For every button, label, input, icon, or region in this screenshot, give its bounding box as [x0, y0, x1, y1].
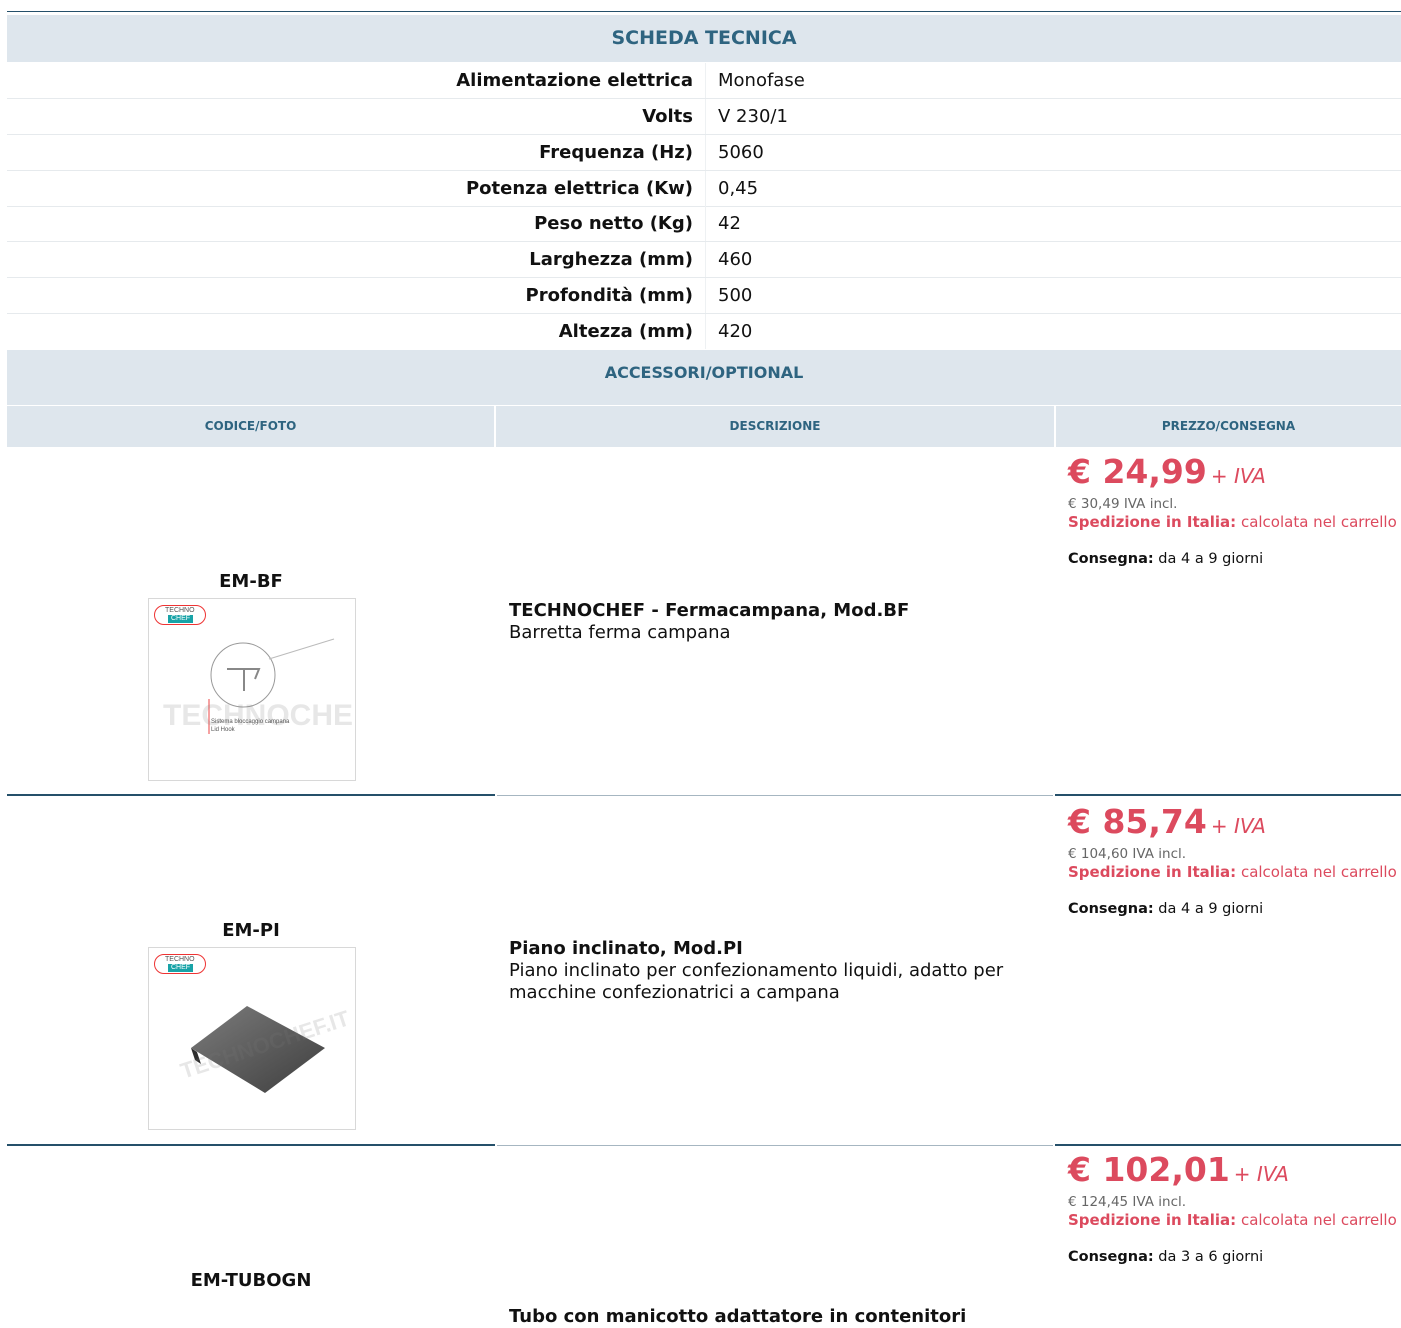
- spec-divider: [705, 278, 706, 313]
- shipping-label: Spedizione in Italia:: [1068, 863, 1237, 881]
- product-title[interactable]: TECHNOCHEF - Fermacampana, Mod.BF: [509, 600, 1049, 622]
- row-divider: [497, 795, 1053, 796]
- spec-table-title: SCHEDA TECNICA: [7, 15, 1401, 62]
- spec-label: Peso netto (Kg): [534, 213, 693, 234]
- product-description: Tubo con manicotto adattatore in conteni…: [509, 1306, 1049, 1328]
- row-divider: [7, 794, 495, 796]
- row-divider: [1055, 1144, 1401, 1146]
- spec-value: 460: [718, 249, 753, 270]
- image-caption: Lid Hook: [211, 727, 235, 733]
- lid-hook-drawing-icon: [208, 638, 335, 734]
- row-divider: [1055, 794, 1401, 796]
- iva-label: + IVA: [1210, 464, 1266, 488]
- spec-row: Altezza (mm) 420: [7, 314, 1401, 349]
- shipping-label: Spedizione in Italia:: [1068, 1211, 1237, 1229]
- spec-value: 42: [718, 213, 741, 234]
- delivery-label: Consegna:: [1068, 551, 1154, 567]
- product-title[interactable]: Tubo con manicotto adattatore in conteni…: [509, 1306, 1049, 1328]
- top-rule: [7, 11, 1401, 12]
- price: € 24,99 + IVA: [1068, 452, 1398, 496]
- shipping-text: calcolata nel carrello: [1240, 513, 1397, 531]
- spec-row: Volts V 230/1: [7, 99, 1401, 135]
- shipping-text: calcolata nel carrello: [1240, 1211, 1397, 1229]
- column-header-description: DESCRIZIONE: [496, 406, 1054, 447]
- spec-row: Alimentazione elettrica Monofase: [7, 63, 1401, 99]
- spec-value: 420: [718, 321, 753, 342]
- price-incl-vat: € 124,45 IVA incl.: [1068, 1194, 1187, 1210]
- spec-label: Volts: [642, 106, 693, 127]
- shipping-info: Spedizione in Italia: calcolata nel carr…: [1068, 1210, 1398, 1230]
- row-divider: [7, 1144, 495, 1146]
- shipping-info: Spedizione in Italia: calcolata nel carr…: [1068, 512, 1398, 532]
- product-code: EM-PI: [222, 920, 280, 941]
- spec-value: 0,45: [718, 178, 759, 199]
- watermark: TECHNOCHEF.IT: [163, 699, 355, 732]
- accessories-title: ACCESSORI/OPTIONAL: [7, 350, 1401, 405]
- delivery-label: Consegna:: [1068, 901, 1154, 917]
- spec-row: Profondità (mm) 500: [7, 278, 1401, 314]
- delivery-text: da 3 a 6 giorni: [1158, 1249, 1264, 1265]
- spec-divider: [705, 242, 706, 277]
- product-code: EM-BF: [219, 571, 283, 592]
- iva-label: + IVA: [1233, 1162, 1289, 1186]
- spec-label: Profondità (mm): [525, 285, 693, 306]
- spec-value: 5060: [718, 142, 764, 163]
- price-value: € 102,01: [1068, 1150, 1230, 1189]
- price-block: € 24,99 + IVA € 30,49 IVA incl. Spedizion…: [1068, 452, 1398, 567]
- spec-label: Larghezza (mm): [529, 249, 693, 270]
- delivery-text: da 4 a 9 giorni: [1158, 901, 1264, 917]
- spec-divider: [705, 135, 706, 170]
- spec-label: Alimentazione elettrica: [456, 70, 693, 91]
- spec-label: Potenza elettrica (Kw): [465, 178, 693, 199]
- delivery-label: Consegna:: [1068, 1249, 1154, 1265]
- spec-divider: [705, 63, 706, 98]
- delivery-text: da 4 a 9 giorni: [1158, 551, 1264, 567]
- price: € 102,01 + IVA: [1068, 1150, 1398, 1194]
- product-description: TECHNOCHEF - Fermacampana, Mod.BF Barret…: [509, 600, 1049, 644]
- row-divider: [497, 1145, 1053, 1146]
- spec-label: Altezza (mm): [558, 321, 693, 342]
- spec-row: Peso netto (Kg) 42: [7, 206, 1401, 242]
- spec-label: Frequenza (Hz): [539, 142, 693, 163]
- shipping-info: Spedizione in Italia: calcolata nel carr…: [1068, 862, 1398, 882]
- shipping-label: Spedizione in Italia:: [1068, 513, 1237, 531]
- spec-row: Frequenza (Hz) 5060: [7, 135, 1401, 171]
- spec-row: Potenza elettrica (Kw) 0,45: [7, 171, 1401, 207]
- price-incl-vat: € 104,60 IVA incl.: [1068, 846, 1187, 862]
- spec-divider: [705, 206, 706, 241]
- spec-divider: [705, 99, 706, 134]
- product-code: EM-TUBOGN: [190, 1270, 312, 1291]
- column-header-code: CODICE/FOTO: [7, 406, 494, 447]
- spec-divider: [705, 314, 706, 349]
- product-text: Piano inclinato per confezionamento liqu…: [509, 960, 1004, 1003]
- product-text: Barretta ferma campana: [509, 622, 731, 643]
- delivery-info: Consegna: da 4 a 9 giorni: [1068, 901, 1398, 917]
- spec-value: Monofase: [718, 70, 805, 91]
- delivery-info: Consegna: da 3 a 6 giorni: [1068, 1249, 1398, 1265]
- spec-row: Larghezza (mm) 460: [7, 242, 1401, 278]
- delivery-info: Consegna: da 4 a 9 giorni: [1068, 551, 1398, 567]
- image-caption: Sistema bloccaggio campana: [211, 719, 290, 725]
- iva-label: + IVA: [1210, 814, 1266, 838]
- price: € 85,74 + IVA: [1068, 802, 1398, 846]
- spec-value: 500: [718, 285, 753, 306]
- spec-value: V 230/1: [718, 106, 788, 127]
- price-incl-vat: € 30,49 IVA incl.: [1068, 496, 1178, 512]
- spec-divider: [705, 171, 706, 206]
- product-image[interactable]: TECHNO CHEF TECHNOCHEF.IT: [148, 947, 356, 1130]
- price-value: € 85,74: [1068, 802, 1207, 841]
- product-description: Piano inclinato, Mod.PI Piano inclinato …: [509, 938, 1049, 1004]
- product-image[interactable]: TECHNO CHEF TECHNOCHEF.IT Sistema blocca…: [148, 598, 356, 781]
- product-title[interactable]: Piano inclinato, Mod.PI: [509, 938, 1049, 960]
- shipping-text: calcolata nel carrello: [1240, 863, 1397, 881]
- price-block: € 85,74 + IVA € 104,60 IVA incl. Spedizio…: [1068, 802, 1398, 917]
- column-header-price: PREZZO/CONSEGNA: [1056, 406, 1401, 447]
- price-value: € 24,99: [1068, 452, 1207, 491]
- price-block: € 102,01 + IVA € 124,45 IVA incl. Spedizi…: [1068, 1150, 1398, 1265]
